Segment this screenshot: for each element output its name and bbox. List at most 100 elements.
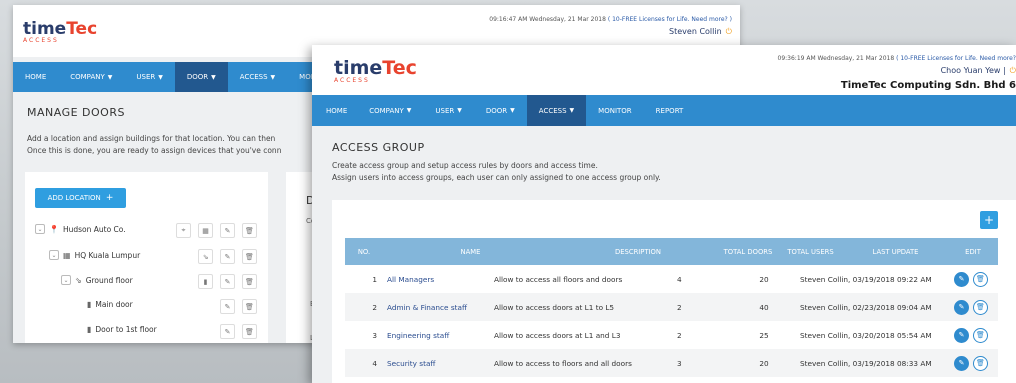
header: timeTec ACCESS 09:36:19 AM Wednesday, 21… <box>312 45 1016 95</box>
delete-icon[interactable]: 🗑 <box>973 271 988 287</box>
group-name-link[interactable]: Admin & Finance staff <box>377 303 494 312</box>
total-doors: 3 <box>677 358 682 368</box>
tree-node-floor[interactable]: ⌄ ⇘ Ground floor <box>61 275 133 285</box>
table-row: 4 Security staff Allow to access to floo… <box>345 349 998 377</box>
edit-icon[interactable]: ✎ <box>954 327 969 343</box>
delete-icon[interactable]: 🗑 <box>242 274 257 289</box>
col-description[interactable]: DESCRIPTION <box>558 248 718 256</box>
nav-home[interactable]: HOME <box>13 62 58 92</box>
location-icon[interactable]: ⌖ <box>176 223 191 238</box>
edit-icon[interactable]: ✎ <box>220 324 235 339</box>
table-row: 3 Engineering staff Allow to access door… <box>345 321 998 349</box>
timetec-logo[interactable]: timeTec ACCESS <box>334 57 417 84</box>
current-user[interactable]: Steven Collin ⏻ <box>669 27 732 37</box>
nav-user[interactable]: USER ▼ <box>124 62 174 92</box>
edit-icon[interactable]: ✎ <box>954 299 969 315</box>
edit-icon[interactable]: ✎ <box>954 355 969 371</box>
edit-icon[interactable]: ✎ <box>954 271 969 287</box>
license-link[interactable]: ( 10-FREE Licenses for Life. Need more? … <box>608 16 732 23</box>
total-users: 40 <box>759 302 769 312</box>
row-no: 3 <box>372 330 377 340</box>
col-total-doors[interactable]: TOTAL DOORS <box>718 248 778 256</box>
table-header: NO. NAME DESCRIPTION TOTAL DOORS TOTAL U… <box>345 238 998 265</box>
power-icon[interactable]: ⏻ <box>1010 66 1016 75</box>
tree-node-company[interactable]: ⌄ 📍 Hudson Auto Co. <box>35 224 126 234</box>
col-last-update[interactable]: LAST UPDATE <box>843 248 948 256</box>
table-row: 2 Admin & Finance staff Allow to access … <box>345 293 998 321</box>
door-icon[interactable]: ▮ <box>198 274 213 289</box>
nav-company[interactable]: COMPANY ▼ <box>58 62 124 92</box>
group-name-link[interactable]: Engineering staff <box>377 331 494 340</box>
tree-node-door[interactable]: ▮ Main door <box>87 300 133 309</box>
delete-icon[interactable]: 🗑 <box>973 327 988 343</box>
building-icon[interactable]: ▦ <box>198 223 213 238</box>
group-name-link[interactable]: All Managers <box>377 275 494 284</box>
edit-icon[interactable]: ✎ <box>220 299 235 314</box>
floor-icon[interactable]: ⇘ <box>198 249 213 264</box>
row-actions: ✎ 🗑 <box>952 355 998 371</box>
delete-icon[interactable]: 🗑 <box>973 355 988 371</box>
plus-icon: + <box>983 213 995 227</box>
nav-access[interactable]: ACCESS ▼ <box>228 62 287 92</box>
row-no: 2 <box>372 302 377 312</box>
nav-home[interactable]: HOME <box>312 95 357 126</box>
nav-company[interactable]: COMPANY ▼ <box>357 95 423 126</box>
table-row: 1 All Managers Allow to access all floor… <box>345 265 998 293</box>
datetime-status: 09:36:19 AM Wednesday, 21 Mar 2018 ( 10-… <box>777 55 1016 62</box>
row-no: 1 <box>372 274 377 284</box>
chevron-down-icon[interactable]: ⌄ <box>61 275 71 285</box>
tree-node-building[interactable]: ⌄ ▦ HQ Kuala Lumpur <box>49 250 140 260</box>
edit-icon[interactable]: ✎ <box>220 249 235 264</box>
add-location-button[interactable]: ADD LOCATION + <box>35 188 126 208</box>
current-user[interactable]: Choo Yuan Yew | ⏻ <box>941 66 1016 76</box>
nav-monitor[interactable]: MONITOR <box>586 95 644 126</box>
nav-report[interactable]: REPORT <box>644 95 696 126</box>
caret-down-icon: ▼ <box>107 73 113 81</box>
floor-icon: ⇘ <box>75 275 82 285</box>
door-icon: ▮ <box>87 325 92 334</box>
col-no[interactable]: NO. <box>345 248 383 256</box>
add-group-button[interactable]: + <box>980 211 998 229</box>
tree-node-door[interactable]: ▮ Door to 1st floor <box>87 325 157 334</box>
edit-icon[interactable]: ✎ <box>220 274 235 289</box>
delete-icon[interactable]: 🗑 <box>242 299 257 314</box>
license-link[interactable]: ( 10-FREE Licenses for Life. Need more? <box>896 55 1016 62</box>
nav-user[interactable]: USER ▼ <box>423 95 473 126</box>
col-name[interactable]: NAME <box>383 248 558 256</box>
delete-icon[interactable]: 🗑 <box>973 299 988 315</box>
caret-down-icon: ▼ <box>510 107 515 114</box>
caret-down-icon: ▼ <box>569 107 575 114</box>
nav-door[interactable]: DOOR ▼ <box>174 62 228 92</box>
page-description: Create access group and setup access rul… <box>332 161 661 182</box>
group-description: Allow to access doors at L1 and L3 <box>494 330 621 340</box>
power-icon[interactable]: ⏻ <box>726 27 732 36</box>
door-icon: ▮ <box>87 300 92 309</box>
edit-icon[interactable]: ✎ <box>220 223 235 238</box>
caret-down-icon: ▼ <box>158 73 163 81</box>
row-actions: ✎ 🗑 <box>952 299 998 315</box>
delete-icon[interactable]: 🗑 <box>242 223 257 238</box>
timetec-logo[interactable]: timeTec ACCESS <box>23 19 97 44</box>
chevron-down-icon[interactable]: ⌄ <box>35 224 45 234</box>
total-doors: 2 <box>677 330 682 340</box>
delete-icon[interactable]: 🗑 <box>242 324 257 339</box>
nav-access[interactable]: ACCESS ▼ <box>526 95 587 126</box>
total-doors: 4 <box>677 274 682 284</box>
group-description: Allow to access all floors and doors <box>494 274 623 284</box>
col-total-users[interactable]: TOTAL USERS <box>778 248 843 256</box>
delete-icon[interactable]: 🗑 <box>242 249 257 264</box>
nav-door[interactable]: DOOR ▼ <box>474 95 527 126</box>
chevron-down-icon[interactable]: ⌄ <box>49 250 59 260</box>
datetime-status: 09:16:47 AM Wednesday, 21 Mar 2018 ( 10-… <box>489 16 732 23</box>
location-pin-icon: 📍 <box>49 224 59 234</box>
group-name-link[interactable]: Security staff <box>377 359 494 368</box>
page-description: Add a location and assign buildings for … <box>27 134 282 155</box>
company-name: TimeTec Computing Sdn. Bhd 6 <box>840 80 1016 91</box>
page-title: MANAGE DOORS <box>27 106 125 119</box>
group-description: Allow to access to floors and all doors <box>494 358 632 368</box>
caret-down-icon: ▼ <box>270 73 276 81</box>
total-doors: 2 <box>677 302 682 312</box>
last-update: Steven Collin, 03/19/2018 09:22 AM <box>800 274 932 284</box>
plus-icon: + <box>105 193 114 203</box>
row-actions: ✎ 🗑 <box>952 271 998 287</box>
